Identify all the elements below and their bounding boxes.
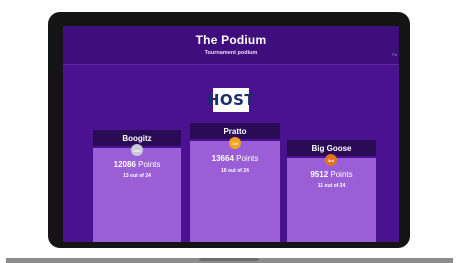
silver-medal-icon: 2nd bbox=[131, 144, 143, 156]
player-points: 9512 Points bbox=[287, 170, 376, 179]
page-subtitle: Tournament podium bbox=[204, 50, 258, 56]
header-side-text: Fo bbox=[392, 52, 397, 57]
player-name: Pratto bbox=[223, 126, 247, 136]
medal-label: 2nd bbox=[133, 147, 141, 153]
podium-block: 3rd 9512 Points 11 out of 24 bbox=[287, 154, 376, 242]
player-rank: 13 out of 24 bbox=[123, 173, 151, 179]
points-label: Points bbox=[236, 154, 259, 163]
page-title: The Podium bbox=[195, 33, 267, 47]
laptop-notch bbox=[199, 258, 259, 261]
logo-text: HOST bbox=[206, 91, 256, 109]
player-name: Big Goose bbox=[311, 143, 352, 153]
points-value: 13664 bbox=[211, 154, 234, 163]
header-bar: The Podium Tournament podium Fo bbox=[63, 26, 399, 65]
host-logo: HOST bbox=[207, 88, 255, 112]
app-screen: The Podium Tournament podium Fo HOST Boo… bbox=[63, 26, 399, 242]
points-value: 12086 bbox=[113, 160, 136, 169]
podium-third-place: Big Goose 3rd 9512 Points 11 out of 24 bbox=[287, 140, 376, 242]
points-label: Points bbox=[330, 170, 353, 179]
medal-label: 1st bbox=[232, 140, 238, 146]
podium-block: 1st 13664 Points 16 out of 24 bbox=[190, 137, 280, 242]
medal-label: 3rd bbox=[327, 157, 335, 163]
podium-block: 2nd 12086 Points 13 out of 24 bbox=[93, 144, 181, 242]
bronze-medal-icon: 3rd bbox=[325, 154, 337, 166]
points-label: Points bbox=[138, 160, 161, 169]
player-points: 13664 Points bbox=[190, 154, 280, 163]
player-name: Boogitz bbox=[122, 133, 152, 143]
gold-medal-icon: 1st bbox=[229, 137, 241, 149]
player-rank: 11 out of 24 bbox=[317, 183, 346, 189]
points-value: 9512 bbox=[310, 170, 329, 179]
player-points: 12086 Points bbox=[93, 160, 181, 169]
podium-first-place: Pratto 1st 13664 Points 16 out of 24 bbox=[190, 123, 280, 242]
player-rank: 16 out of 24 bbox=[221, 168, 249, 174]
podium-second-place: Boogitz 2nd 12086 Points 13 out of 24 bbox=[93, 130, 181, 242]
